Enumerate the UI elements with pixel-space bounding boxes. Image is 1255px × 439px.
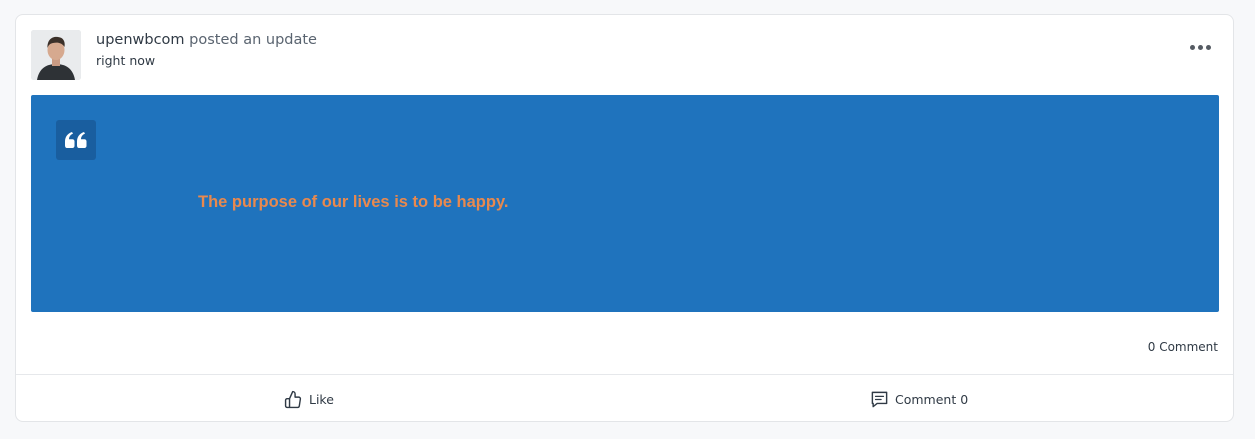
quote-icon <box>56 120 96 160</box>
like-button[interactable]: Like <box>284 387 334 411</box>
activity-post-card: upenwbcom posted an update right now The… <box>15 14 1234 422</box>
ellipsis-dot <box>1189 44 1195 50</box>
avatar-photo <box>31 30 81 80</box>
post-heading: upenwbcom posted an update <box>96 31 317 49</box>
ellipsis-dot <box>1205 44 1211 50</box>
comment-label: Comment 0 <box>895 391 969 407</box>
more-options-button[interactable] <box>1187 41 1213 53</box>
ellipsis-dot <box>1197 44 1203 50</box>
quote-text: The purpose of our lives is to be happy. <box>198 193 509 211</box>
avatar[interactable] <box>31 30 81 80</box>
quote-block: The purpose of our lives is to be happy. <box>31 95 1219 312</box>
like-label: Like <box>309 391 334 407</box>
author-name[interactable]: upenwbcom <box>96 32 185 48</box>
post-timestamp[interactable]: right now <box>96 53 317 68</box>
post-header: upenwbcom posted an update right now <box>96 31 317 68</box>
divider <box>16 374 1233 375</box>
thumbs-up-icon <box>284 390 302 408</box>
comment-icon <box>871 391 888 407</box>
comment-button[interactable]: Comment 0 <box>870 387 968 411</box>
comment-count[interactable]: 0 Comment <box>1148 340 1218 354</box>
post-action-text: posted an update <box>189 32 317 48</box>
